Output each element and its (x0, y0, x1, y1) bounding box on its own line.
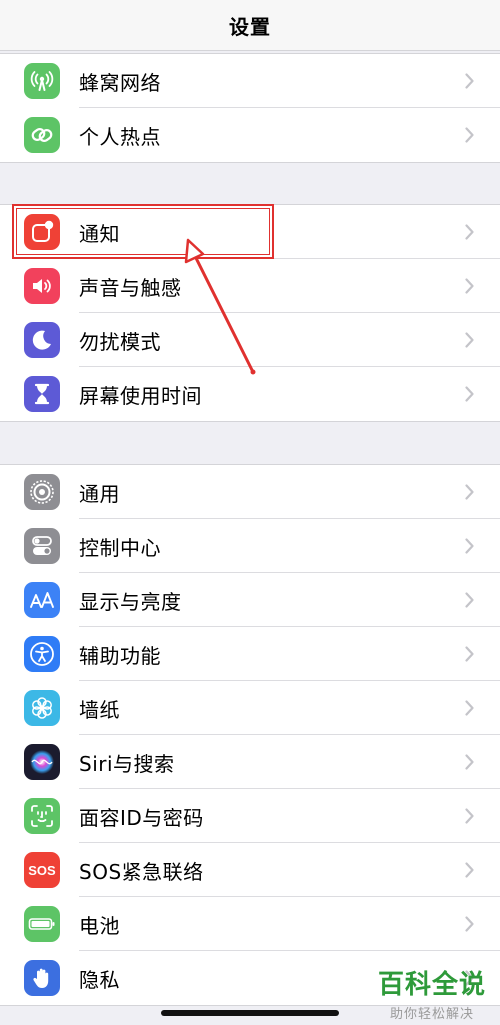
moon-icon (24, 322, 60, 358)
settings-row-screen-time[interactable]: 屏幕使用时间 (0, 367, 500, 421)
chevron-right-icon (465, 916, 474, 932)
chevron-right-icon (465, 592, 474, 608)
settings-row-label: 墙纸 (79, 697, 120, 722)
siri-icon (24, 744, 60, 780)
settings-row-label: 辅助功能 (79, 643, 161, 668)
settings-row-cellular[interactable]: 蜂窝网络 (0, 54, 500, 108)
chevron-right-icon (465, 700, 474, 716)
battery-icon (24, 906, 60, 942)
chevron-right-icon (465, 224, 474, 240)
settings-row-label: 隐私 (79, 967, 120, 992)
settings-row-control-center[interactable]: 控制中心 (0, 519, 500, 573)
chain-link-icon (24, 117, 60, 153)
settings-row-label: 面容ID与密码 (79, 805, 204, 830)
hourglass-icon (24, 376, 60, 412)
home-indicator[interactable] (161, 1010, 339, 1016)
settings-row-sos[interactable]: SOS SOS紧急联络 (0, 843, 500, 897)
chevron-right-icon (465, 484, 474, 500)
face-id-icon (24, 798, 60, 834)
sos-icon-text: SOS (28, 862, 56, 878)
watermark-logo: 百科全说 助你轻松解决 (378, 964, 486, 1022)
settings-row-general[interactable]: 通用 (0, 465, 500, 519)
notification-icon (24, 214, 60, 250)
settings-row-label: 通知 (79, 221, 120, 246)
chevron-right-icon (465, 754, 474, 770)
chevron-right-icon (465, 127, 474, 143)
speaker-icon (24, 268, 60, 304)
chevron-right-icon (465, 278, 474, 294)
chevron-right-icon (465, 332, 474, 348)
settings-group-network: 蜂窝网络 个人热点 (0, 53, 500, 163)
settings-row-label: 电池 (79, 913, 120, 938)
settings-row-face-id[interactable]: 面容ID与密码 (0, 789, 500, 843)
settings-row-label: 声音与触感 (79, 275, 182, 300)
settings-row-label: 勿扰模式 (79, 329, 161, 354)
chevron-right-icon (465, 538, 474, 554)
settings-row-accessibility[interactable]: 辅助功能 (0, 627, 500, 681)
settings-row-battery[interactable]: 电池 (0, 897, 500, 951)
settings-row-label: 蜂窝网络 (79, 70, 161, 95)
sos-icon: SOS (24, 852, 60, 888)
navigation-bar: 设置 (0, 0, 500, 51)
hand-icon (24, 960, 60, 996)
settings-row-label: 通用 (79, 481, 120, 506)
settings-row-display[interactable]: 显示与亮度 (0, 573, 500, 627)
page-title: 设置 (229, 14, 271, 39)
antenna-icon (24, 63, 60, 99)
settings-row-hotspot[interactable]: 个人热点 (0, 108, 500, 162)
flower-icon (24, 690, 60, 726)
toggles-icon (24, 528, 60, 564)
gear-icon (24, 474, 60, 510)
text-size-icon (24, 582, 60, 618)
accessibility-icon (24, 636, 60, 672)
settings-row-label: 控制中心 (79, 535, 161, 560)
settings-row-wallpaper[interactable]: 墙纸 (0, 681, 500, 735)
settings-group-notifications: 通知 声音与触感 勿扰模式 屏幕使用时间 (0, 204, 500, 422)
chevron-right-icon (465, 646, 474, 662)
chevron-right-icon (465, 862, 474, 878)
settings-row-label: Siri与搜索 (79, 751, 175, 776)
chevron-right-icon (465, 73, 474, 89)
settings-row-label: 显示与亮度 (79, 589, 182, 614)
chevron-right-icon (465, 386, 474, 402)
settings-row-label: 屏幕使用时间 (79, 383, 202, 408)
settings-row-do-not-disturb[interactable]: 勿扰模式 (0, 313, 500, 367)
settings-row-label: 个人热点 (79, 124, 161, 149)
settings-row-sounds[interactable]: 声音与触感 (0, 259, 500, 313)
chevron-right-icon (465, 808, 474, 824)
watermark-title: 百科全说 (377, 970, 486, 1000)
settings-row-label: SOS紧急联络 (79, 859, 204, 884)
settings-row-siri[interactable]: Siri与搜索 (0, 735, 500, 789)
settings-row-notifications[interactable]: 通知 (0, 205, 500, 259)
watermark-subtitle: 助你轻松解决 (389, 1007, 474, 1022)
settings-group-general: 通用 控制中心 显示与亮度 辅助功能 墙纸 Siri与搜索 面容ID与密码 SO… (0, 464, 500, 1006)
